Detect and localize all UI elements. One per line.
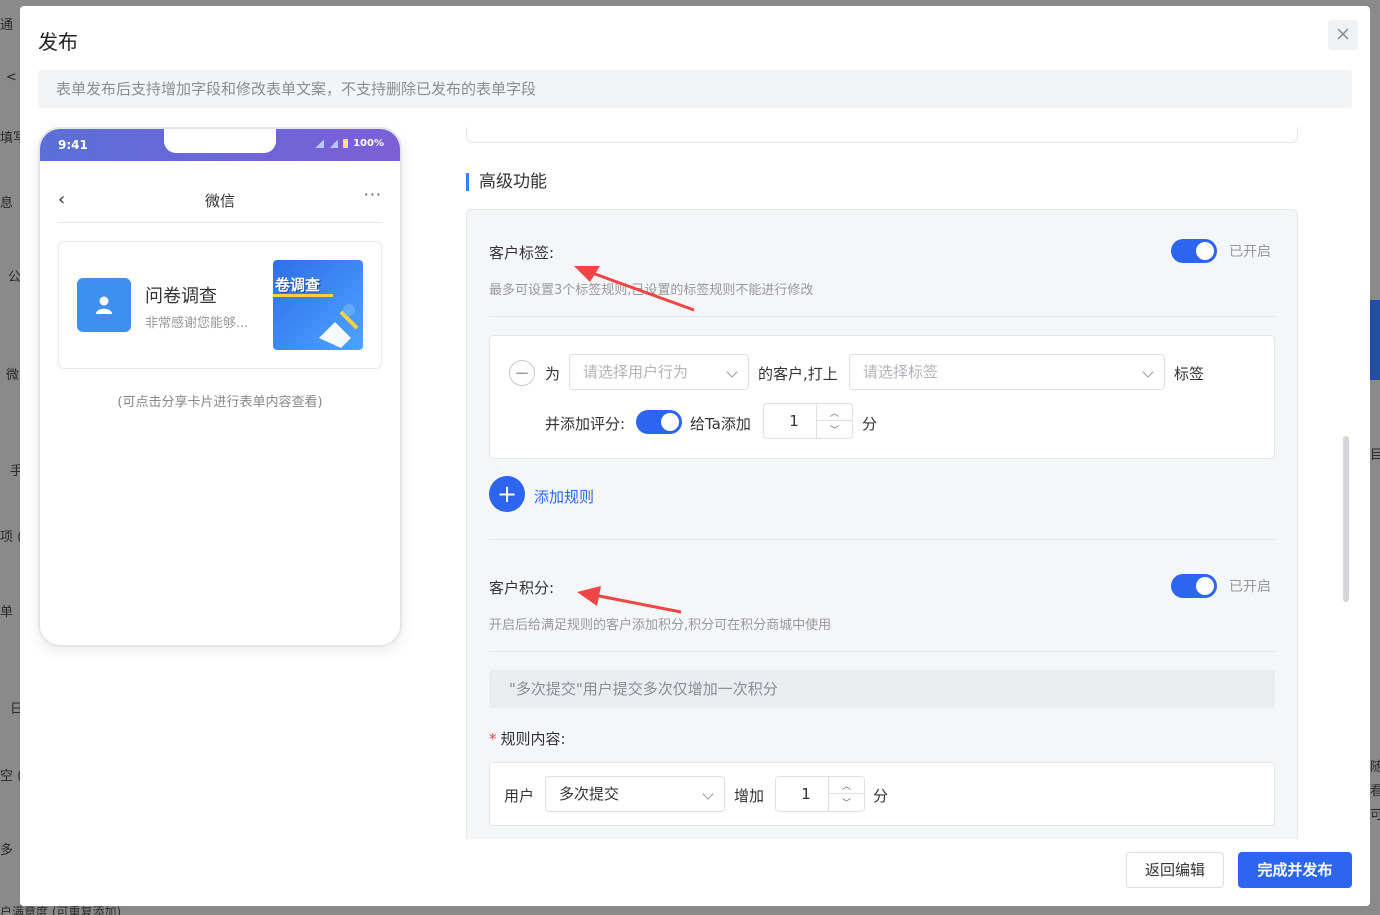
points-user-label: 用户 xyxy=(504,787,535,805)
bg-fragment: 多 xyxy=(0,843,14,858)
points-unit: 分 xyxy=(873,787,889,805)
decrement-button[interactable]: ﹀ xyxy=(829,794,864,811)
customer-tag-label: 客户标签: xyxy=(489,244,555,262)
phone-nav-title: 微信 xyxy=(204,192,235,210)
points-increase-label: 增加 xyxy=(734,787,765,805)
points-notice: "多次提交"用户提交多次仅增加一次积分 xyxy=(489,670,1275,708)
phone-time: 9:41 xyxy=(58,138,88,152)
increment-button[interactable]: ︿ xyxy=(817,404,852,421)
section-title-advanced: 高级功能 xyxy=(466,173,547,191)
user-avatar-icon xyxy=(77,278,131,332)
phone-notch xyxy=(164,129,276,153)
customer-points-label: 客户积分: xyxy=(489,579,555,597)
points-value[interactable]: 1 xyxy=(776,777,836,811)
bg-fragment: 随, xyxy=(1370,760,1380,775)
chevron-down-icon xyxy=(1142,366,1154,378)
bg-fragment: < xyxy=(6,70,17,85)
minus-icon: − xyxy=(514,362,530,384)
battery-level: 100% xyxy=(353,138,384,149)
more-icon: ··· xyxy=(363,185,382,204)
bg-fragment: 空 ( xyxy=(0,769,23,784)
thumbnail-text: 卷调查 xyxy=(275,276,321,294)
customer-points-toggle[interactable] xyxy=(1171,574,1217,598)
customer-points-description: 开启后给满足规则的客户添加积分,积分可在积分商城中使用 xyxy=(489,618,832,633)
survey-illustration-icon xyxy=(319,304,359,348)
required-mark: * xyxy=(489,730,497,748)
phone-hint: (可点击分享卡片进行表单内容查看) xyxy=(117,395,323,410)
points-rule-card: 用户 多次提交 增加 1 ︿ ﹀ 分 xyxy=(489,762,1275,826)
divider xyxy=(489,539,1275,540)
close-icon xyxy=(1336,26,1350,45)
bg-fragment: 目 xyxy=(1370,448,1380,463)
user-behavior-placeholder: 请选择用户行为 xyxy=(583,363,689,381)
publish-notice: 表单发布后支持增加字段和修改表单文案，不支持删除已发布的表单字段 xyxy=(38,70,1352,108)
tag-score-stepper[interactable]: 1 ︿ ﹀ xyxy=(763,403,853,439)
publish-dialog: 发布 表单发布后支持增加字段和修改表单文案，不支持删除已发布的表单字段 9:41… xyxy=(20,6,1370,906)
customer-points-status: 已开启 xyxy=(1229,579,1271,595)
customer-tag-description: 最多可设置3个标签规则,已设置的标签规则不能进行修改 xyxy=(489,283,814,298)
give-score-label: 给Ta添加 xyxy=(690,415,751,433)
user-behavior-select[interactable]: 请选择用户行为 xyxy=(569,354,749,390)
rule-middle-text: 的客户,打上 xyxy=(758,365,838,383)
add-rule-button[interactable]: + xyxy=(489,476,525,512)
dialog-footer: 返回编辑 完成并发布 xyxy=(20,839,1370,906)
advanced-panel: 客户标签: 已开启 最多可设置3个标签规则,已设置的标签规则不能进行修改 − 为… xyxy=(466,209,1298,839)
bg-fragment: 可 xyxy=(1370,808,1380,823)
card-description: 非常感谢您能够... xyxy=(145,316,249,331)
score-unit: 分 xyxy=(862,415,878,433)
rule-content-label: * 规则内容: xyxy=(489,728,566,749)
tag-rule-card: − 为 请选择用户行为 的客户,打上 请选择标签 标签 并添加评分: 给Ta添加… xyxy=(489,335,1275,459)
phone-status-bar: 9:41 100% xyxy=(40,129,400,161)
battery-icon xyxy=(343,139,349,148)
back-to-edit-button[interactable]: 返回编辑 xyxy=(1126,852,1224,888)
submit-action-value: 多次提交 xyxy=(559,785,620,803)
remove-rule-button[interactable]: − xyxy=(509,360,535,386)
divider xyxy=(489,651,1275,652)
tag-select[interactable]: 请选择标签 xyxy=(849,354,1165,390)
points-stepper[interactable]: 1 ︿ ﹀ xyxy=(775,776,865,812)
divider xyxy=(489,316,1275,317)
rule-content-text: 规则内容: xyxy=(500,730,566,748)
phone-preview: 9:41 100% ‹ 微信 ··· 问卷调查 非常感谢您能够... 卷调查 (… xyxy=(38,127,402,647)
signal-icon xyxy=(315,139,325,148)
bg-fragment: 看 xyxy=(1370,784,1380,799)
decrement-button[interactable]: ﹀ xyxy=(817,421,852,438)
bg-fragment: 项 ( xyxy=(0,530,23,545)
chevron-down-icon xyxy=(726,366,738,378)
score-toggle[interactable] xyxy=(636,410,682,434)
bg-fragment: 微 xyxy=(6,368,20,383)
close-button[interactable] xyxy=(1328,20,1358,50)
plus-icon: + xyxy=(496,480,518,508)
share-card[interactable]: 问卷调查 非常感谢您能够... 卷调查 xyxy=(58,241,382,369)
dialog-title: 发布 xyxy=(38,30,78,54)
tag-placeholder: 请选择标签 xyxy=(863,363,939,381)
phone-status-icons: 100% xyxy=(315,138,384,149)
settings-scroll-area[interactable]: 高级功能 客户标签: 已开启 最多可设置3个标签规则,已设置的标签规则不能进行修… xyxy=(466,127,1346,839)
bg-fragment: 通 xyxy=(0,18,14,33)
bg-fragment: 单 xyxy=(0,605,14,620)
submit-action-select[interactable]: 多次提交 xyxy=(545,776,725,812)
previous-section-card xyxy=(466,127,1298,143)
vertical-scrollbar[interactable] xyxy=(1343,436,1349,602)
rule-suffix: 标签 xyxy=(1174,365,1205,383)
bg-fragment: 息 xyxy=(0,196,14,211)
customer-tag-toggle[interactable] xyxy=(1171,239,1217,263)
rule-prefix: 为 xyxy=(545,365,561,383)
phone-nav-bar: ‹ 微信 ··· xyxy=(58,177,382,223)
publish-button[interactable]: 完成并发布 xyxy=(1238,852,1352,888)
card-title: 问卷调查 xyxy=(145,286,217,307)
wifi-icon xyxy=(329,139,339,148)
score-label: 并添加评分: xyxy=(545,415,626,433)
increment-button[interactable]: ︿ xyxy=(829,777,864,794)
chevron-down-icon xyxy=(702,788,714,800)
add-rule-link[interactable]: 添加规则 xyxy=(534,486,594,507)
card-thumbnail: 卷调查 xyxy=(273,260,363,350)
customer-tag-status: 已开启 xyxy=(1229,244,1271,260)
tag-score-value[interactable]: 1 xyxy=(764,404,824,438)
